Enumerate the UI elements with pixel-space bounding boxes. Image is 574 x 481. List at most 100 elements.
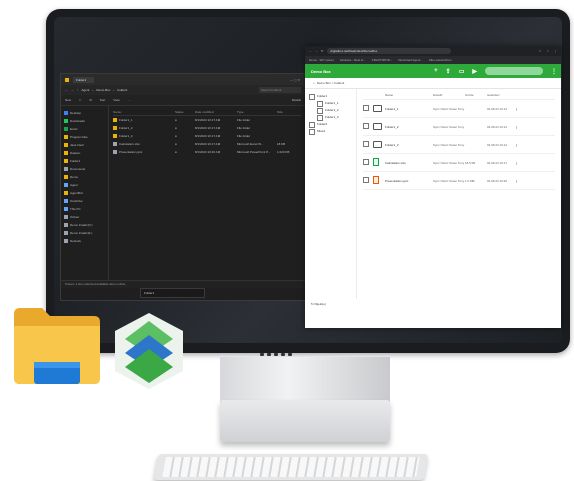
star-icon[interactable]: ☆ (539, 49, 542, 53)
checkbox-icon[interactable] (363, 177, 369, 183)
checkbox-icon[interactable] (317, 114, 323, 121)
row-menu-icon[interactable]: ⋮ (515, 125, 525, 129)
back-arrow-icon[interactable]: ← (309, 49, 312, 53)
nav-item[interactable]: Network (64, 237, 105, 245)
explorer-tab[interactable]: Folder1 (73, 76, 95, 83)
reload-icon[interactable]: ↻ (321, 49, 324, 53)
bookmark-item[interactable]: Download Agent... (398, 58, 422, 62)
col-type[interactable]: Type (237, 110, 277, 114)
nav-item[interactable]: Documents (64, 165, 105, 173)
table-row[interactable]: Folder1_2 ● 8/1/2023 10:17 AM File folder (113, 124, 301, 132)
file-name[interactable]: Presentation.pptx (385, 179, 433, 183)
col-created[interactable]: Erstellt (433, 93, 465, 97)
app-search-input[interactable] (485, 67, 543, 75)
nav-item[interactable]: Dateien (64, 149, 105, 157)
add-icon[interactable]: + (434, 68, 438, 74)
tree-item[interactable]: Folder1 (309, 93, 352, 100)
breadcrumb-path[interactable]: Demo Box > Folder1 (317, 81, 345, 85)
file-name[interactable]: Folder1_1 (385, 107, 433, 111)
checkbox-icon[interactable] (317, 107, 323, 114)
extension-icon[interactable]: ✧ (546, 49, 549, 53)
nav-item[interactable]: Folder1 (64, 157, 105, 165)
copy-icon[interactable]: ⧉ (90, 98, 92, 102)
table-row[interactable]: Folder1_1 ● 8/1/2023 10:17 AM File folder (113, 116, 301, 124)
more-icon[interactable]: ··· (128, 98, 131, 102)
nav-item[interactable]: OneDrive (64, 197, 105, 205)
col-name[interactable]: Name (113, 110, 175, 114)
tree-item[interactable]: Mixed (309, 128, 352, 135)
col-size[interactable]: Size (277, 110, 297, 114)
file-name[interactable]: Folder1_2 (385, 125, 433, 129)
table-row[interactable]: Calculation.xlsx Sync Client Tester Tony 1… (363, 154, 555, 172)
col-size[interactable]: Größe (465, 93, 487, 97)
col-status[interactable]: Status (175, 110, 195, 114)
table-row[interactable]: Folder1_3 Sync Client Tester Tony 04.08.23… (363, 136, 555, 154)
nav-item[interactable]: Java Intell (64, 141, 105, 149)
checkbox-icon[interactable] (363, 159, 369, 165)
file-name[interactable]: Calculation.xlsx (385, 161, 433, 165)
breadcrumb-folder1[interactable]: Folder1 (117, 88, 127, 92)
explorer-sub-window[interactable]: Folder1 (140, 288, 205, 298)
checkbox-icon[interactable] (309, 93, 315, 100)
nav-item[interactable]: Demo (64, 173, 105, 181)
breadcrumb-agent[interactable]: Agent (82, 88, 90, 92)
table-row[interactable]: Presentation.pptx ● 8/1/2023 10:20 AM Micro… (113, 148, 301, 156)
col-date[interactable]: Date modified (195, 110, 237, 114)
explorer-address-bar[interactable]: ← → ↑ Agent › Demo Box › Folder1 Search Fo… (61, 85, 305, 95)
checkbox-icon[interactable] (309, 128, 315, 135)
view-button[interactable]: View (113, 98, 119, 102)
row-menu-icon[interactable]: ⋮ (515, 179, 525, 183)
nav-item[interactable]: Program files (64, 133, 105, 141)
checkbox-icon[interactable] (363, 123, 369, 129)
cut-icon[interactable]: ✂ (79, 98, 82, 102)
nav-item[interactable]: Agent (64, 181, 105, 189)
nav-item[interactable]: Downloads (64, 117, 105, 125)
app-menu-icon[interactable]: ⋮ (551, 68, 557, 75)
up-arrow-icon[interactable]: ↑ (77, 88, 79, 92)
table-row[interactable]: Folder1_2 Sync Client Tester Tony 04.08.23… (363, 118, 555, 136)
bookmark-item[interactable]: Alle Lesezeichen (429, 58, 452, 62)
bookmark-item[interactable]: windows - Rest lo... (340, 58, 366, 62)
table-row[interactable]: Folder1_3 ● 8/1/2023 10:17 AM File folder (113, 132, 301, 140)
video-icon[interactable]: ▶ (472, 68, 477, 75)
new-file-icon[interactable]: ▭ (459, 68, 465, 75)
nav-item[interactable]: This PC (64, 205, 105, 213)
row-menu-icon[interactable]: ⋮ (515, 143, 525, 147)
browser-url-field[interactable]: digitalbox.de/#/webclient/DemoBox (326, 48, 451, 54)
tree-item[interactable]: Folder1_1 (309, 100, 352, 107)
forward-arrow-icon[interactable]: → (315, 49, 318, 53)
file-name[interactable]: Folder1_3 (385, 143, 433, 147)
checkbox-icon[interactable] (309, 121, 315, 128)
col-name[interactable]: Name (385, 93, 433, 97)
row-menu-icon[interactable]: ⋮ (515, 107, 525, 111)
forward-arrow-icon[interactable]: → (71, 88, 74, 92)
explorer-search-input[interactable]: Search Folder1 (259, 87, 301, 93)
table-row[interactable]: Calculation.xlsx ● 8/1/2023 10:17 AM Micros… (113, 140, 301, 148)
table-row[interactable]: Folder1_1 Sync Client Tester Tony 04.08.23… (363, 100, 555, 118)
table-row[interactable]: Presentation.pptx Sync Client Tester Tony… (363, 172, 555, 190)
sort-button[interactable]: Sort (100, 98, 106, 102)
nav-item[interactable]: Desktop (64, 109, 105, 117)
checkbox-icon[interactable] (363, 105, 369, 111)
nav-item[interactable]: AgentBrd (64, 189, 105, 197)
tree-item[interactable]: Folder1_2 (309, 107, 352, 114)
nav-item[interactable]: Ordner (64, 213, 105, 221)
row-menu-icon[interactable]: ⋮ (515, 161, 525, 165)
upload-icon[interactable]: ⇪ (446, 68, 451, 75)
nav-item[interactable]: Excel (64, 125, 105, 133)
new-button[interactable]: New (65, 98, 71, 102)
nav-item[interactable]: Demo Install (E:) (64, 229, 105, 237)
home-icon[interactable]: ⌂ (313, 81, 315, 85)
window-controls-icon[interactable]: — ▢ ✕ (290, 78, 300, 82)
tree-item[interactable]: Folder1_3 (309, 114, 352, 121)
tree-item[interactable]: Folder2 (309, 121, 352, 128)
bookmark-item[interactable]: FRACTIZION... (372, 58, 393, 62)
col-modified[interactable]: Geändert (487, 93, 515, 97)
details-button[interactable]: Details (292, 98, 301, 102)
nav-item[interactable]: Demo Install (D:) (64, 221, 105, 229)
checkbox-icon[interactable] (317, 100, 323, 107)
back-arrow-icon[interactable]: ← (65, 88, 68, 92)
bookmark-item[interactable]: Demo - WC (save) (309, 58, 334, 62)
menu-dots-icon[interactable]: ⋮ (554, 49, 557, 53)
breadcrumb-demo-box[interactable]: Demo Box (96, 88, 110, 92)
